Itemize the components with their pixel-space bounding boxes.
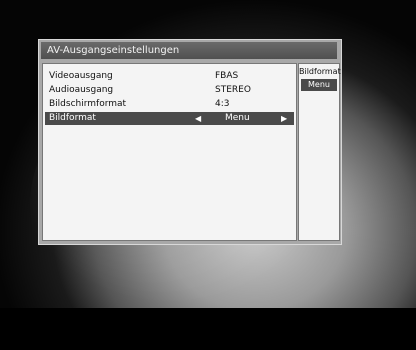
setting-label: Videoausgang (49, 71, 113, 81)
settings-panel: Videoausgang FBAS Audioausgang STEREO Bi… (42, 63, 297, 241)
setting-value: 4:3 (215, 99, 230, 109)
setting-row-picture-format[interactable]: Bildformat ◀ Menu ▶ (45, 112, 294, 125)
setting-label: Audioausgang (49, 85, 114, 95)
arrow-left-icon[interactable]: ◀ (195, 112, 201, 125)
window-title: AV-Ausgangseinstellungen (41, 42, 337, 59)
setting-label: Bildschirmformat (49, 99, 127, 109)
setting-row-screen-format[interactable]: Bildschirmformat 4:3 (45, 98, 294, 111)
osd-window: AV-Ausgangseinstellungen Videoausgang FB… (38, 39, 342, 245)
setting-value: FBAS (215, 71, 239, 81)
option-item-selected[interactable]: Menu (301, 79, 337, 91)
option-panel-title: Bildformat (299, 67, 341, 76)
setting-label: Bildformat (49, 113, 96, 123)
setting-value: Menu (225, 113, 250, 123)
arrow-right-icon[interactable]: ▶ (281, 112, 287, 125)
setting-row-audio-output[interactable]: Audioausgang STEREO (45, 84, 294, 97)
option-panel: Bildformat Menu (298, 63, 341, 241)
setting-value: STEREO (215, 85, 251, 95)
setting-row-video-output[interactable]: Videoausgang FBAS (45, 70, 294, 83)
